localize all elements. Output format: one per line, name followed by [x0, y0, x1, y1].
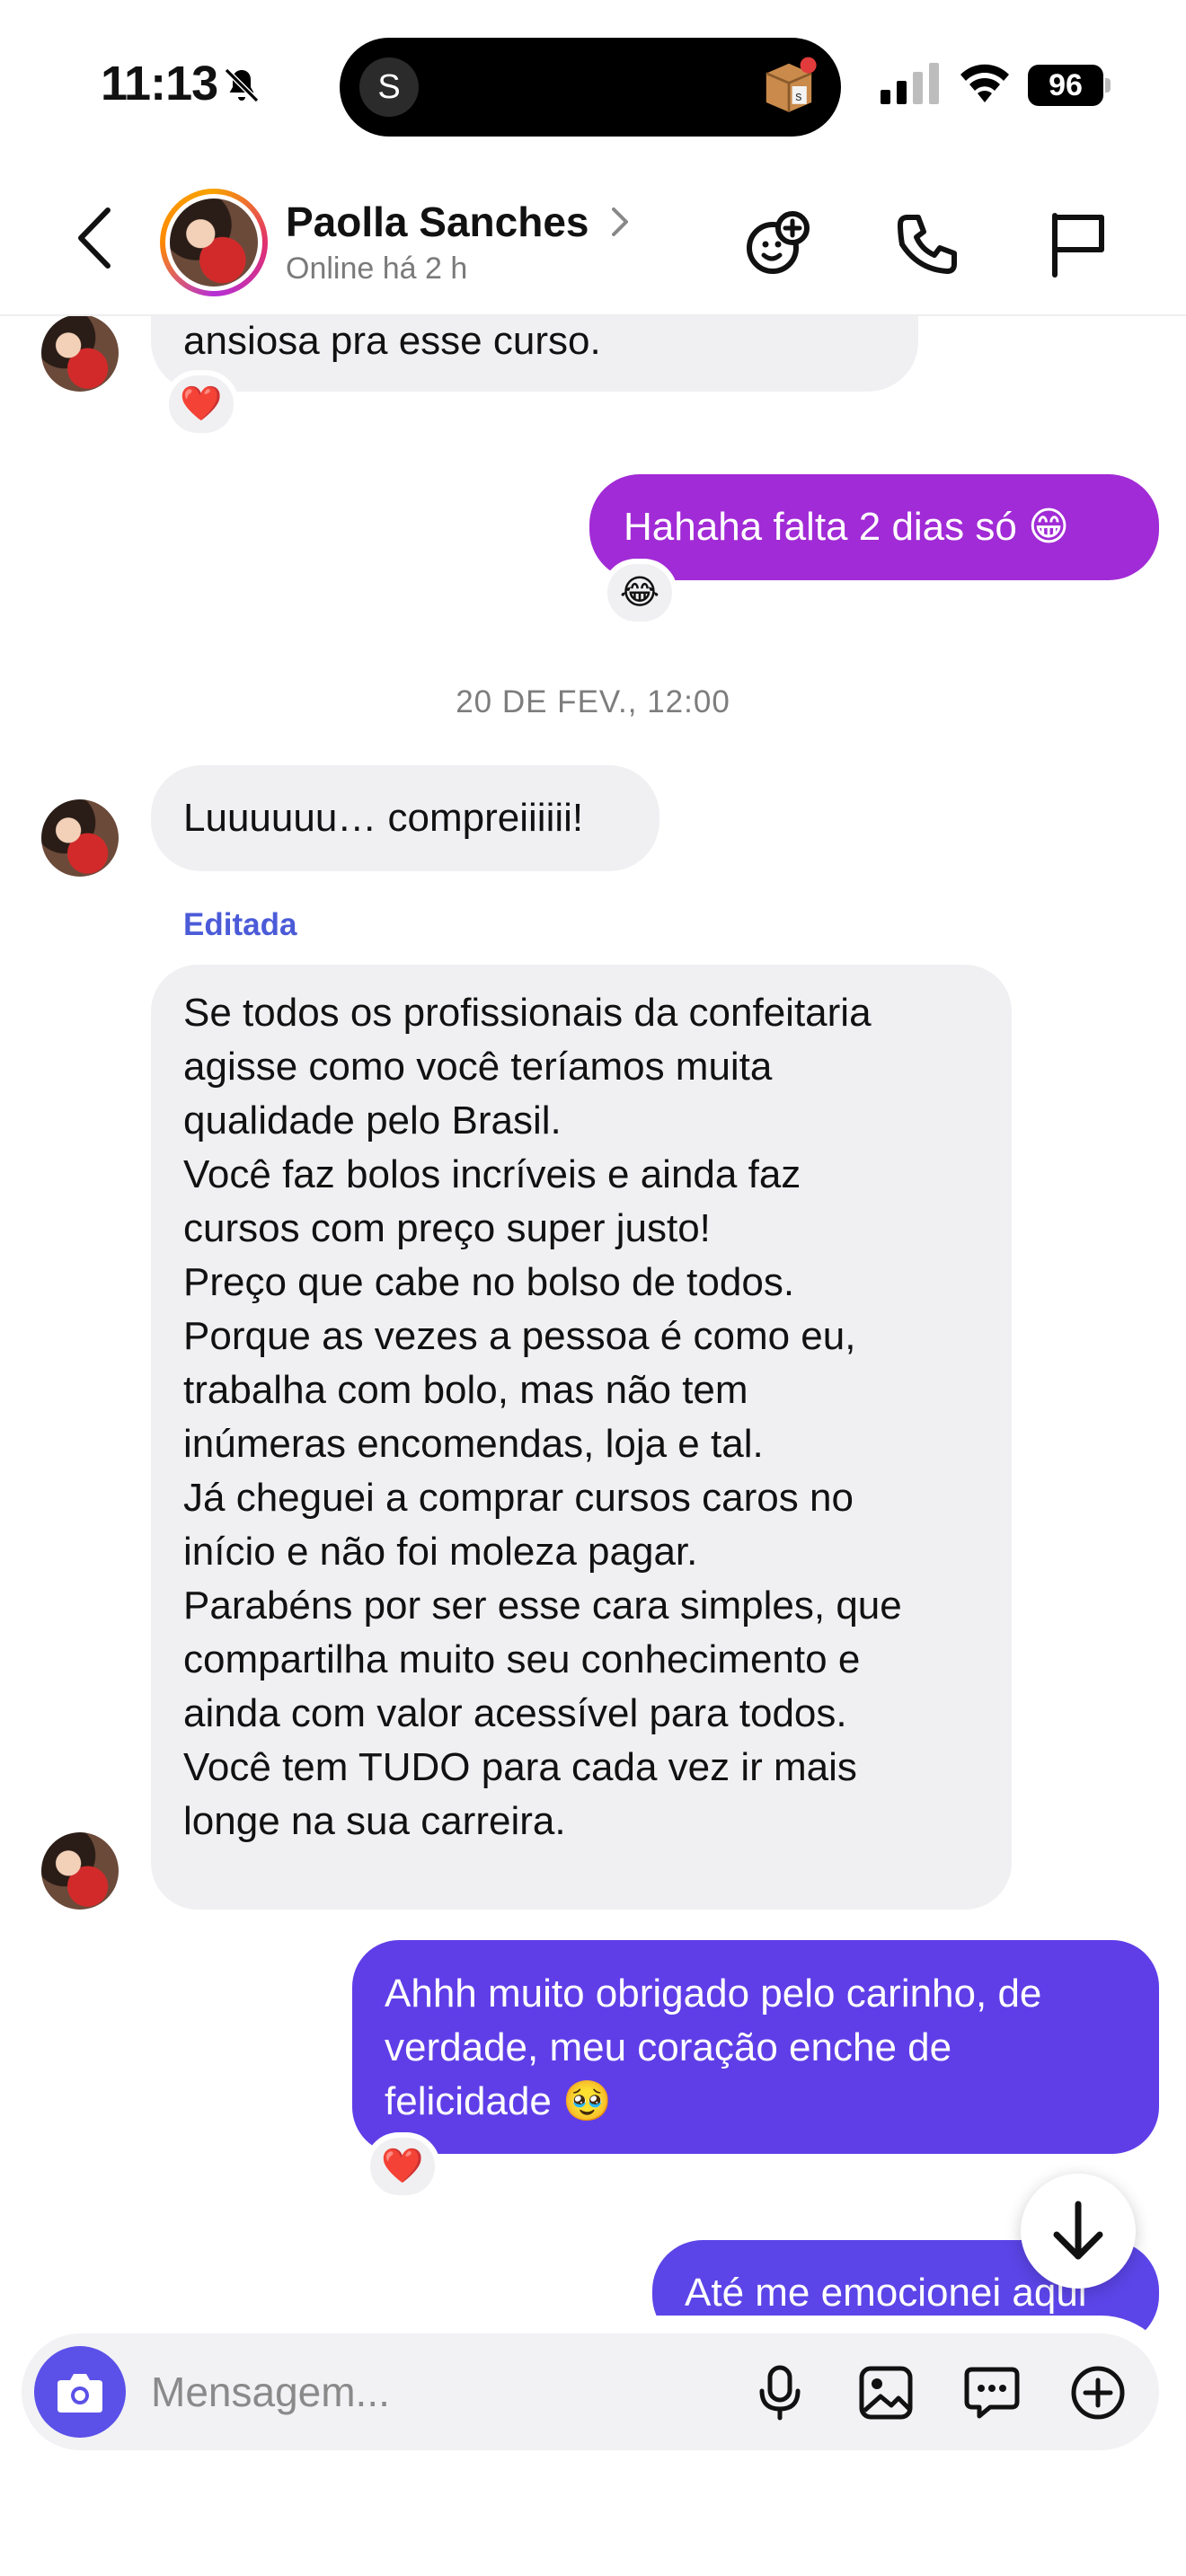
sticker-message-icon[interactable]: [963, 2364, 1021, 2422]
microphone-icon[interactable]: [751, 2364, 809, 2422]
sender-avatar[interactable]: [41, 314, 119, 392]
sender-avatar[interactable]: [41, 1832, 119, 1910]
flag-icon[interactable]: [1042, 208, 1114, 280]
message-line: Já cheguei a comprar cursos caros no: [183, 1476, 854, 1520]
battery-level: 96: [1028, 65, 1103, 106]
scroll-to-bottom-button[interactable]: [1021, 2174, 1136, 2289]
message-line: compartilha muito seu conhecimento e: [183, 1637, 861, 1681]
clock: 11:13: [101, 57, 218, 110]
sender-avatar[interactable]: [41, 799, 119, 877]
camera-button[interactable]: [34, 2346, 126, 2438]
message-line: qualidade pelo Brasil.: [183, 1098, 562, 1142]
chevron-right-icon[interactable]: [609, 205, 631, 239]
message-reaction[interactable]: ❤️: [164, 370, 239, 438]
edited-label: Editada: [183, 907, 297, 942]
message-line: início e não foi moleza pagar.: [183, 1530, 698, 1574]
message-line: Você faz bolos incríveis e ainda faz: [183, 1152, 801, 1196]
add-sticker-icon[interactable]: [742, 208, 814, 280]
contact-status: Online há 2 h: [286, 251, 468, 286]
message-text: Hahaha falta 2 dias só 😁: [624, 505, 1069, 549]
message-text: Luuuuuu… compreiiiiii!: [183, 796, 584, 840]
contact-avatar[interactable]: [160, 189, 268, 296]
message-line: cursos com preço super justo!: [183, 1206, 711, 1250]
message-line: inúmeras encomendas, loja e tal.: [183, 1422, 764, 1466]
contact-name[interactable]: Paolla Sanches: [286, 198, 589, 246]
date-separator: 20 DE FEV., 12:00: [456, 684, 730, 719]
svg-text:s: s: [795, 90, 801, 104]
bottom-safe-area: [0, 2450, 1186, 2576]
wifi-icon: [960, 64, 1009, 102]
dynamic-island: S s: [340, 38, 841, 137]
message-line: Preço que cabe no bolso de todos.: [183, 1260, 795, 1304]
message-line: verdade, meu coração enche de: [385, 2025, 952, 2069]
back-chevron-icon[interactable]: [72, 205, 117, 271]
incoming-message[interactable]: Se todos os profissionais da confeitaria…: [151, 965, 1012, 1910]
message-line: Você tem TUDO para cada vez ir mais: [183, 1745, 857, 1789]
message-line: agisse como você teríamos muita: [183, 1045, 773, 1089]
message-line: longe na sua carreira.: [183, 1799, 566, 1843]
battery-indicator: 96: [1028, 65, 1111, 106]
chat-header: Paolla Sanches Online há 2 h: [0, 162, 1186, 316]
message-composer: [22, 2333, 1159, 2450]
phone-icon[interactable]: [891, 208, 963, 280]
message-line: Parabéns por ser esse cara simples, que: [183, 1584, 902, 1628]
gallery-icon[interactable]: [857, 2364, 915, 2422]
avatar-photo: [170, 198, 258, 287]
status-bar: 11:13 S s 96: [0, 0, 1186, 162]
cellular-signal-icon: [881, 63, 939, 104]
message-text: Até me emocionei aqui: [685, 2271, 1087, 2315]
arrow-down-icon: [1053, 2201, 1103, 2260]
island-app-badge: S: [359, 57, 419, 117]
camera-icon: [58, 2374, 102, 2413]
message-reaction[interactable]: 😂: [602, 559, 677, 627]
incoming-message[interactable]: Luuuuuu… compreiiiiii!: [151, 765, 659, 871]
outgoing-message[interactable]: Hahaha falta 2 dias só 😁: [589, 474, 1159, 580]
message-text: ansiosa pra esse curso.: [183, 319, 601, 363]
package-icon: s: [766, 57, 817, 112]
message-line: Porque as vezes a pessoa é como eu,: [183, 1314, 856, 1358]
message-reaction[interactable]: ❤️: [365, 2132, 440, 2201]
outgoing-message[interactable]: Ahhh muito obrigado pelo carinho, de ver…: [352, 1940, 1159, 2154]
bell-slash-icon: [224, 67, 260, 103]
message-line: Se todos os profissionais da confeitaria: [183, 991, 872, 1035]
message-line: ainda com valor acessível para todos.: [183, 1691, 847, 1735]
message-line: Ahhh muito obrigado pelo carinho, de: [385, 1972, 1042, 2016]
message-input[interactable]: [151, 2360, 690, 2423]
add-circle-icon[interactable]: [1069, 2364, 1127, 2422]
message-line: felicidade 🥹: [385, 2079, 612, 2123]
message-line: trabalha com bolo, mas não tem: [183, 1368, 748, 1412]
battery-tip: [1105, 78, 1111, 93]
